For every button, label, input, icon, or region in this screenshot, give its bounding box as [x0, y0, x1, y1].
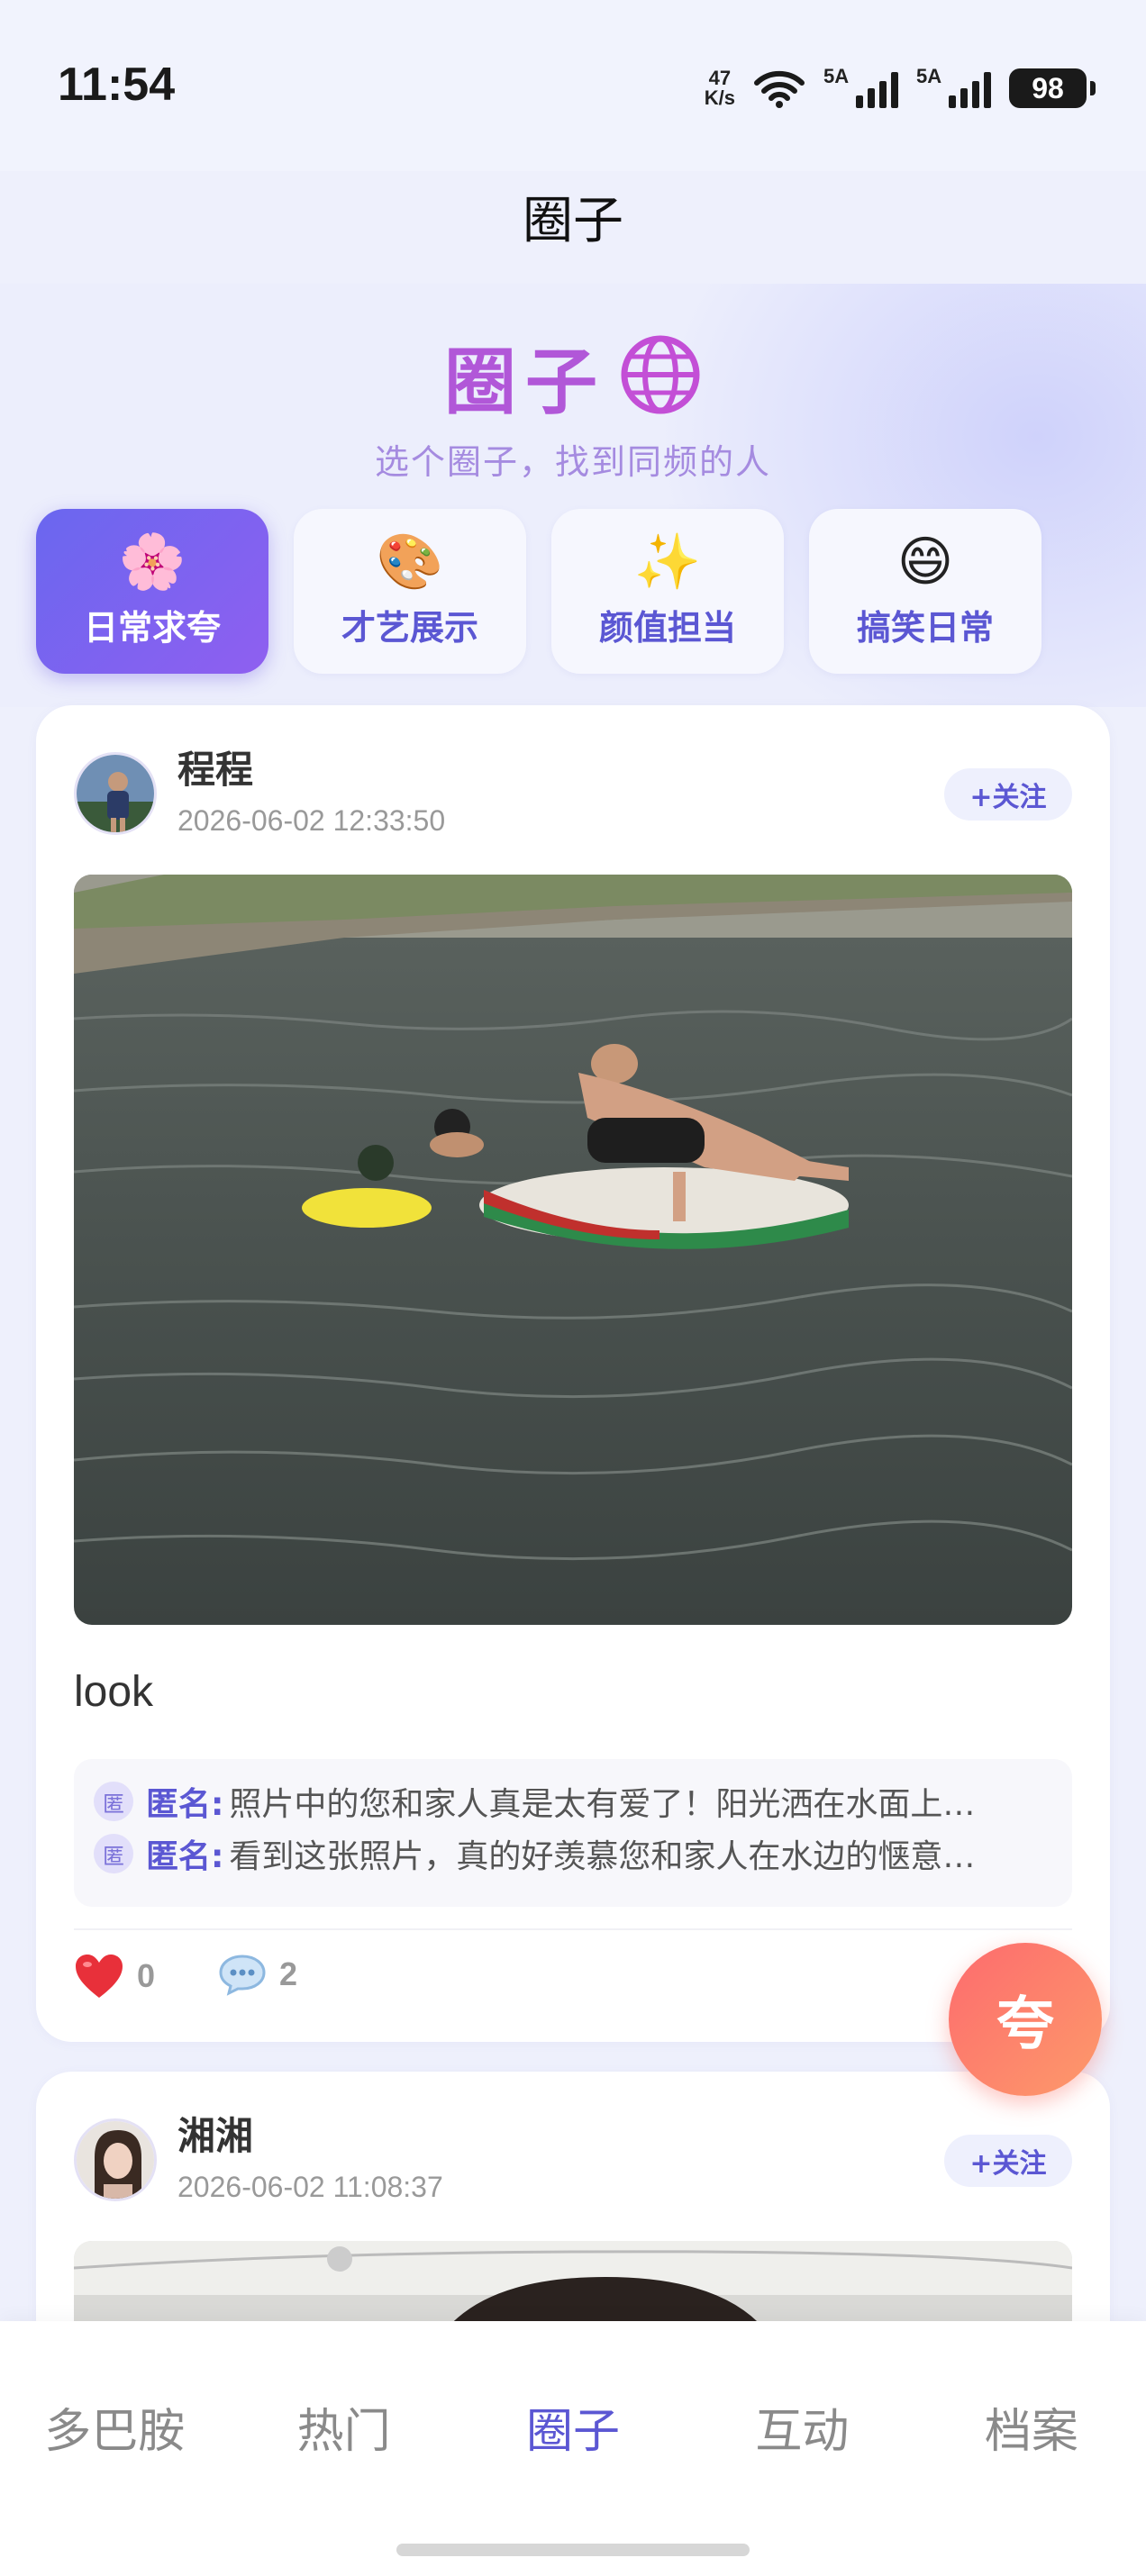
comment-count: 2 [279, 1955, 298, 1992]
comment-bubble-icon [219, 1955, 266, 1996]
category-label: 搞笑日常 [856, 608, 994, 648]
comment-item[interactable]: 匿 匿名: 看到这张照片，真的好羡慕您和家人在水边的惬意… [94, 1828, 1052, 1880]
divider [74, 1928, 1072, 1930]
page-title: 圈子 [523, 192, 623, 250]
post-card[interactable]: 程程 2026-06-02 12:33:50 +关注 look 匿 匿名: 照片… [36, 705, 1110, 2042]
category-talent-show[interactable]: 🎨 才艺展示 [294, 509, 526, 674]
tab-interaction[interactable]: 互动 [687, 2393, 916, 2461]
tab-dopamine[interactable]: 多巴胺 [0, 2393, 229, 2461]
battery-icon: 98 [1009, 68, 1096, 108]
comment-author: 匿名: [146, 1838, 224, 1875]
palette-icon: 🎨 [376, 531, 444, 594]
category-label: 才艺展示 [341, 608, 478, 648]
comment-text: 照片中的您和家人真是太有爱了！阳光洒在水面上… [229, 1786, 976, 1823]
wifi-icon [754, 70, 805, 108]
post-photo[interactable] [74, 875, 1072, 1625]
cherry-blossom-icon: 🌸 [118, 531, 186, 594]
like-count: 0 [137, 1957, 156, 1994]
comments-preview[interactable]: 匿 匿名: 照片中的您和家人真是太有爱了！阳光洒在水面上… 匿 匿名: 看到这张… [74, 1759, 1072, 1907]
cell-signal-1-icon: 5A [823, 65, 898, 108]
post-time: 2026-06-02 11:08:37 [177, 2171, 443, 2203]
tab-hot[interactable]: 热门 [229, 2393, 458, 2461]
tab-list: 多巴胺 热门 圈子 互动 档案 [0, 2393, 1146, 2461]
hero-title: 圈子 [0, 324, 1146, 433]
category-label: 颜值担当 [598, 608, 736, 648]
heart-icon [76, 1955, 123, 1998]
grinning-face-icon: 😄 [896, 531, 954, 594]
hero-subtitle: 选个圈子，找到同频的人 [374, 442, 771, 482]
post-caption: look [74, 1668, 154, 1716]
avatar[interactable] [74, 752, 157, 835]
category-looks[interactable]: ✨ 颜值担当 [551, 509, 784, 674]
comment-text: 看到这张照片，真的好羡慕您和家人在水边的惬意… [229, 1838, 976, 1875]
category-funny[interactable]: 😄 搞笑日常 [809, 509, 1041, 674]
home-indicator[interactable] [396, 2544, 750, 2556]
comment-author: 匿名: [146, 1786, 224, 1823]
username[interactable]: 湘湘 [177, 2106, 253, 2161]
comment-item[interactable]: 匿 匿名: 照片中的您和家人真是太有爱了！阳光洒在水面上… [94, 1775, 1052, 1828]
sparkles-icon: ✨ [633, 531, 702, 594]
status-icons: 47 K/s 5A 5A 98 [704, 63, 1096, 113]
cell-signal-2-icon: 5A [916, 65, 991, 108]
follow-button[interactable]: +关注 [944, 2135, 1072, 2187]
category-daily-praise[interactable]: 🌸 日常求夸 [36, 509, 268, 674]
category-label: 日常求夸 [83, 608, 221, 648]
anonymous-badge: 匿 [94, 1782, 133, 1821]
like-button[interactable]: 0 [74, 1953, 155, 2000]
comment-button[interactable]: 2 [218, 1953, 297, 1996]
tab-circle[interactable]: 圈子 [459, 2393, 687, 2461]
status-time: 11:54 [58, 59, 176, 111]
username[interactable]: 程程 [177, 739, 253, 794]
praise-fab-button[interactable]: 夸 [949, 1943, 1102, 2096]
network-speed: 47 K/s [704, 67, 735, 109]
globe-icon [619, 333, 702, 433]
post-time: 2026-06-02 12:33:50 [177, 804, 446, 837]
status-bar: 11:54 47 K/s 5A 5A 98 [0, 0, 1146, 171]
category-tabs: 🌸 日常求夸 🎨 才艺展示 ✨ 颜值担当 😄 搞笑日常 [36, 509, 1041, 674]
bottom-tab-bar: 多巴胺 热门 圈子 互动 档案 [0, 2321, 1146, 2576]
anonymous-badge: 匿 [94, 1834, 133, 1873]
tab-profile[interactable]: 档案 [917, 2393, 1146, 2461]
follow-button[interactable]: +关注 [944, 768, 1072, 821]
avatar[interactable] [74, 2118, 157, 2201]
